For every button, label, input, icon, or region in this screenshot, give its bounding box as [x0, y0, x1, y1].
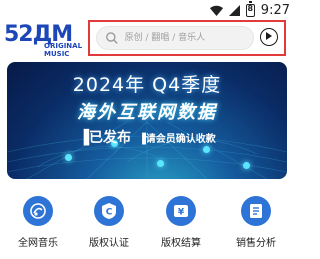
nav-label: 销售分析	[236, 238, 276, 249]
app-logo: 52ДM ORIGINAL MUSIC	[4, 22, 94, 58]
banner-notice-highlight: ▐已发布	[78, 130, 131, 146]
nav-item-settlement[interactable]: ¥ 版权结算	[151, 196, 211, 249]
signal-icon	[228, 5, 240, 16]
promo-banner[interactable]: 2024年 Q4季度 海外互联网数据 ▐已发布 ▐请会员确认收款	[7, 62, 287, 179]
banner-title: 2024年 Q4季度	[72, 74, 222, 96]
map-pin	[243, 162, 250, 169]
yen-settlement-icon: ¥	[166, 196, 196, 226]
status-bar: 8 9:27	[0, 0, 296, 22]
banner-subtitle: 海外互联网数据	[77, 102, 217, 123]
nav-label: 版权结算	[161, 238, 201, 249]
search-input[interactable]	[122, 32, 253, 44]
feature-nav: 全网音乐 C 版权认证 ¥ 版权结算 销售分析	[0, 196, 296, 256]
svg-text:¥: ¥	[178, 208, 185, 218]
banner-notice-text: ▐请会员确认收款	[138, 134, 216, 145]
map-pin	[157, 160, 164, 167]
map-pin	[203, 146, 210, 153]
music-globe-icon	[23, 196, 53, 226]
svg-text:C: C	[106, 208, 113, 218]
play-button[interactable]	[260, 28, 278, 46]
sales-report-icon	[241, 196, 271, 226]
banner-notice: ▐已发布 ▐请会员确认收款	[7, 127, 287, 147]
search-bar[interactable]	[96, 26, 254, 50]
map-pin	[65, 154, 72, 161]
nav-label: 版权认证	[89, 238, 129, 249]
nav-label: 全网音乐	[18, 238, 58, 249]
nav-item-music[interactable]: 全网音乐	[8, 196, 68, 249]
nav-item-copyright[interactable]: C 版权认证	[79, 196, 139, 249]
logo-subtitle: ORIGINAL MUSIC	[44, 42, 83, 58]
nav-item-sales[interactable]: 销售分析	[226, 196, 286, 249]
copyright-badge-icon: C	[94, 196, 124, 226]
battery-level: 8	[247, 4, 254, 13]
battery-icon: 8	[245, 1, 255, 17]
status-time: 9:27	[260, 3, 290, 18]
wifi-icon	[209, 5, 223, 16]
search-icon	[106, 32, 118, 44]
